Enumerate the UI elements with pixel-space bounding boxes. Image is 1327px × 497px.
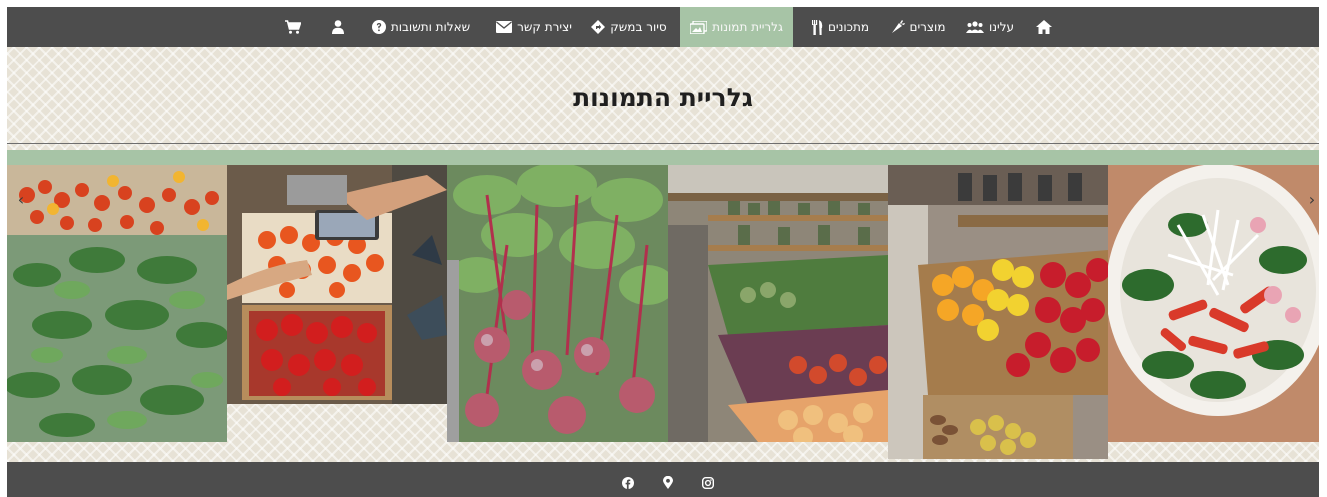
nav-item-faq[interactable]: שאלות ותשובות [365, 7, 477, 47]
shopping-cart-icon [285, 20, 301, 34]
gallery-slide[interactable] [888, 165, 1108, 459]
envelope-icon [496, 21, 513, 33]
carousel-prev-arrow[interactable]: ‹ [14, 191, 28, 209]
top-nav-bar: עלינו מוצרים מתכונים גלריית תמונות סיור [7, 7, 1319, 47]
main-nav: עלינו מוצרים מתכונים גלריית תמונות סיור [7, 7, 1319, 47]
gallery-slide[interactable] [668, 165, 888, 442]
nav-item-label: סיור במשק [610, 20, 667, 34]
images-icon [690, 20, 708, 34]
nav-item-about[interactable]: עלינו [962, 7, 1018, 47]
facebook-icon[interactable] [622, 474, 634, 493]
instagram-icon[interactable] [701, 474, 715, 493]
gallery-photo [668, 165, 888, 442]
nav-item-label: יצירת קשר [517, 20, 572, 34]
nav-item-farm-tour[interactable]: סיור במשק [588, 7, 670, 47]
nav-item-account[interactable] [325, 7, 351, 47]
user-icon [332, 20, 344, 34]
nav-item-label: שאלות ותשובות [390, 20, 471, 34]
carousel-next-arrow[interactable]: › [1305, 191, 1319, 209]
gallery-slide[interactable] [227, 165, 447, 404]
gallery-slide[interactable] [447, 165, 668, 442]
home-icon [1036, 20, 1052, 34]
users-icon [965, 21, 984, 33]
page-title: גלריית התמונות [573, 83, 753, 112]
gallery-photo [7, 165, 227, 442]
title-divider [7, 143, 1319, 144]
gallery-photo [888, 165, 1108, 459]
gallery-slide[interactable] [7, 165, 227, 442]
nav-item-gallery[interactable]: גלריית תמונות [680, 7, 793, 47]
nav-item-contact[interactable]: יצירת קשר [490, 7, 578, 47]
carrot-icon [891, 20, 905, 34]
footer-bar [7, 462, 1319, 497]
gallery-photo [447, 165, 668, 442]
gallery-photo [227, 165, 447, 404]
nav-item-label: גלריית תמונות [712, 20, 783, 34]
directions-icon [591, 20, 606, 34]
accent-band [7, 150, 1319, 165]
gallery-section: גלריית התמונות ‹ › [7, 47, 1319, 462]
photo-carousel[interactable]: ‹ › [7, 165, 1319, 459]
nav-item-products[interactable]: מוצרים [887, 7, 949, 47]
utensils-icon [811, 19, 823, 35]
nav-item-label: מוצרים [909, 20, 946, 34]
nav-item-home[interactable] [1029, 7, 1059, 47]
nav-item-cart[interactable] [279, 7, 307, 47]
question-circle-icon [371, 20, 386, 34]
nav-item-label: מתכונים [827, 20, 870, 34]
nav-item-label: עלינו [988, 20, 1015, 34]
map-marker-icon[interactable] [663, 474, 673, 493]
gallery-photo [1108, 165, 1319, 442]
nav-item-recipes[interactable]: מתכונים [804, 7, 876, 47]
gallery-slide[interactable] [1108, 165, 1319, 442]
